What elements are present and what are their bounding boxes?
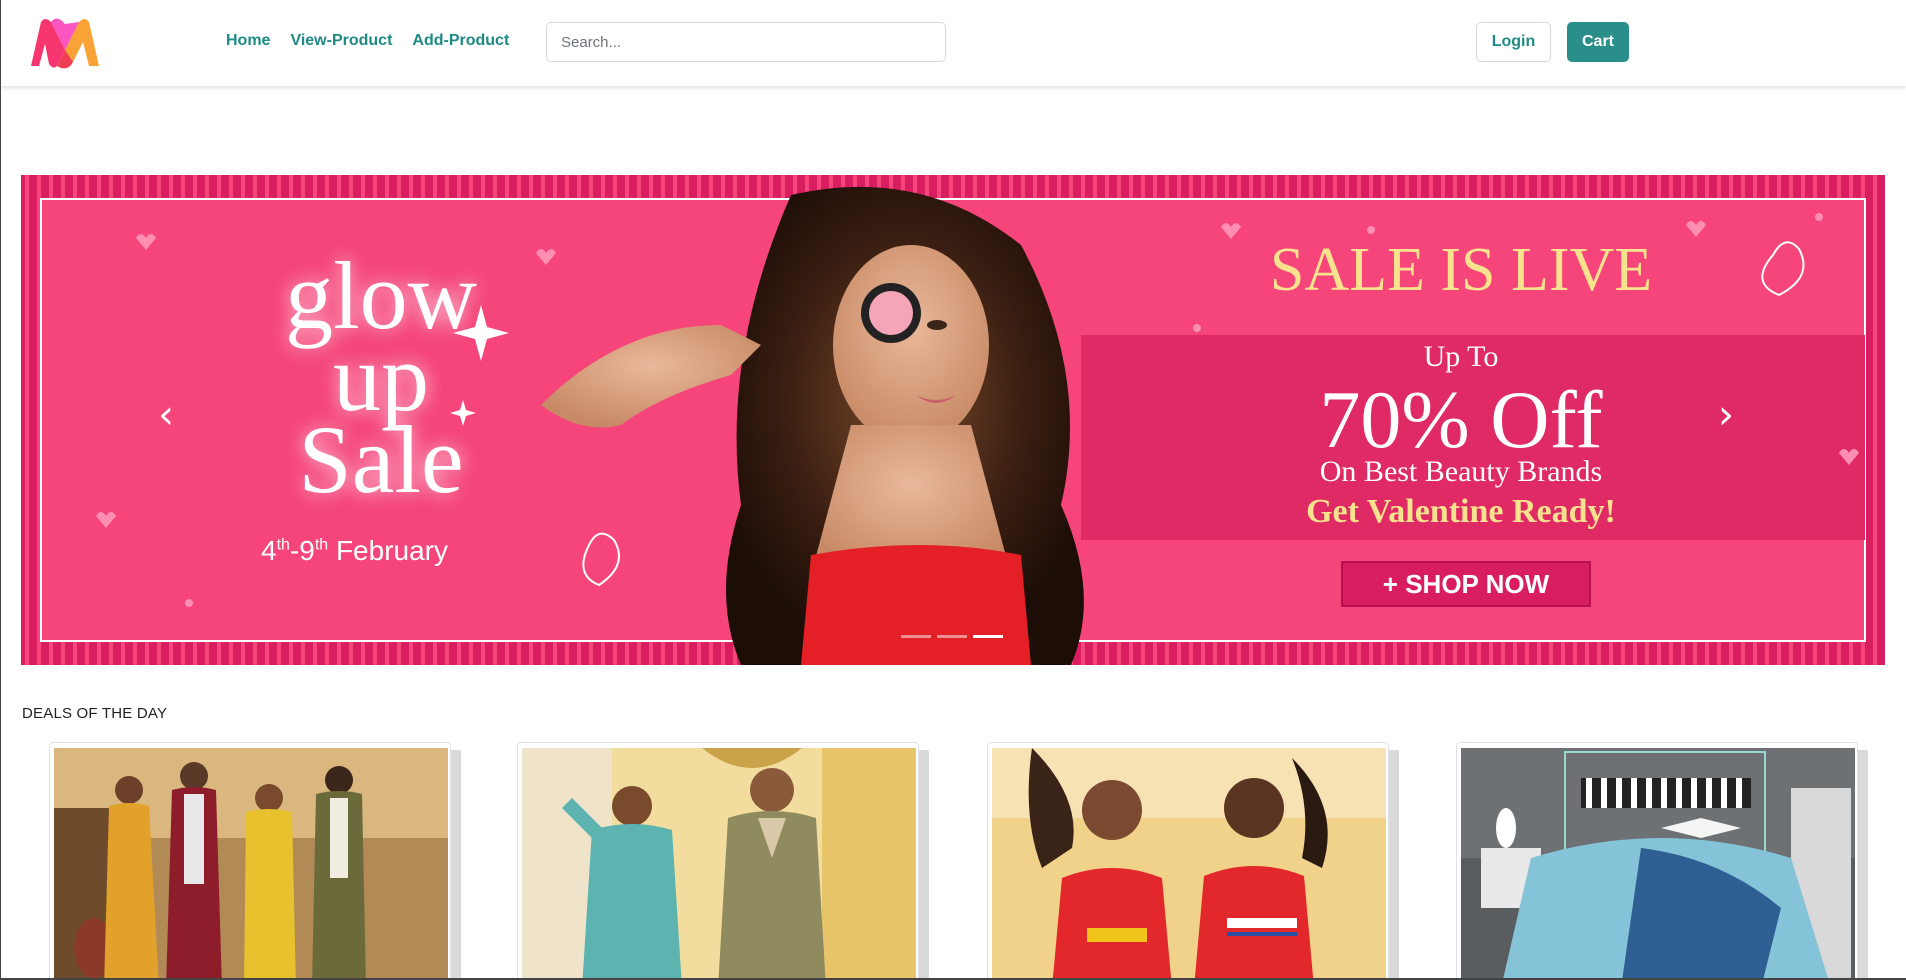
date-end: -9 (289, 535, 315, 566)
glow-line-3: Sale (298, 406, 464, 513)
search-input[interactable] (546, 22, 946, 62)
beauty-brands-text: On Best Beauty Brands (1319, 455, 1603, 488)
deal-card[interactable] (517, 742, 919, 978)
carousel-indicator-3[interactable] (973, 635, 1003, 638)
sale-date: 4th-9th February (261, 535, 448, 567)
date-month: February (328, 535, 448, 566)
page: Home View-Product Add-Product Login Cart (0, 0, 1906, 980)
chevron-right-icon[interactable]: › (1711, 395, 1741, 435)
men-casual-wear-photo (522, 748, 916, 978)
deal-card[interactable] (987, 742, 1389, 978)
carousel-indicator-1[interactable] (901, 635, 931, 638)
date-start: 4 (261, 535, 277, 566)
deal-card[interactable] (49, 742, 451, 978)
myntra-m-logo-icon[interactable] (27, 16, 103, 70)
date-end-sup: th (314, 536, 329, 554)
chevron-left-icon[interactable]: ‹ (151, 395, 181, 435)
carousel-indicator-2[interactable] (937, 635, 967, 638)
family-ethnic-wear-photo (54, 748, 448, 978)
login-button[interactable]: Login (1476, 22, 1551, 62)
discount-text: 70% Off (1319, 374, 1603, 465)
nav-link-add-product[interactable]: Add-Product (412, 32, 509, 50)
bedroom-bedding-photo (1461, 748, 1855, 978)
nav-link-view-product[interactable]: View-Product (290, 32, 392, 50)
valentine-text: Get Valentine Ready! (1306, 493, 1616, 530)
cart-button[interactable]: Cart (1567, 22, 1629, 62)
nav-links: Home View-Product Add-Product (226, 32, 509, 50)
shop-now-button[interactable]: + SHOP NOW (1341, 561, 1591, 607)
nav-link-home[interactable]: Home (226, 32, 270, 50)
hero-carousel[interactable]: glow up Sale 4th-9th February SALE IS LI… (21, 175, 1885, 665)
deal-card[interactable] (1456, 742, 1858, 978)
navbar: Home View-Product Add-Product Login Cart (1, 0, 1906, 86)
glow-up-sale-title: glow up Sale (211, 248, 551, 513)
up-to-text: Up To (1423, 340, 1499, 373)
carousel-indicators (901, 635, 1003, 638)
date-start-sup: th (276, 536, 290, 554)
sale-live-heading: SALE IS LIVE (1269, 236, 1653, 304)
deals-section-title: DEALS OF THE DAY (22, 705, 168, 722)
women-tshirts-photo (992, 748, 1386, 978)
